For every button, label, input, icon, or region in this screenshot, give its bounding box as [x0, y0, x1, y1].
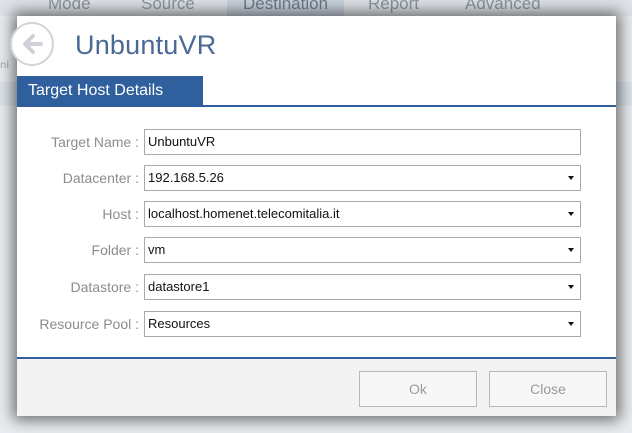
- background-tab-bar: Mode Source Destination Report Advanced: [0, 0, 632, 16]
- bg-tab-destination[interactable]: Destination: [227, 0, 345, 16]
- dropdown-arrow-icon: [568, 285, 574, 289]
- row-resource-pool: Resource Pool : Resources: [17, 311, 616, 337]
- host-select[interactable]: localhost.homenet.telecomitalia.it: [144, 201, 581, 227]
- back-arrow-icon: [23, 34, 43, 54]
- row-folder: Folder : vm: [17, 237, 616, 263]
- target-host-dialog: UnbuntuVR Target Host Details Target Nam…: [10, 16, 616, 416]
- resource-pool-label: Resource Pool :: [39, 316, 139, 332]
- target-name-label: Target Name :: [51, 134, 139, 150]
- folder-select[interactable]: vm: [144, 237, 581, 263]
- close-button[interactable]: Close: [489, 371, 607, 407]
- resource-pool-value: Resources: [148, 316, 211, 331]
- folder-value: vm: [148, 242, 166, 257]
- bg-tab-advanced[interactable]: Advanced: [465, 0, 541, 16]
- target-name-input[interactable]: UnbuntuVR: [144, 129, 581, 155]
- datacenter-value: 192.168.5.26: [148, 170, 224, 185]
- section-divider: [17, 105, 616, 107]
- resource-pool-select[interactable]: Resources: [144, 311, 581, 337]
- dropdown-arrow-icon: [568, 322, 574, 326]
- host-value: localhost.homenet.telecomitalia.it: [148, 206, 340, 221]
- datacenter-select[interactable]: 192.168.5.26: [144, 165, 581, 191]
- dialog-title: UnbuntuVR: [75, 30, 217, 60]
- dialog-footer: Ok Close: [17, 359, 616, 416]
- row-host: Host : localhost.homenet.telecomitalia.i…: [17, 201, 616, 227]
- datastore-select[interactable]: datastore1: [144, 274, 581, 300]
- row-target-name: Target Name : UnbuntuVR: [17, 129, 616, 155]
- bg-side-tab: ni: [0, 60, 10, 71]
- folder-label: Folder :: [91, 242, 139, 258]
- host-label: Host :: [102, 206, 139, 222]
- dropdown-arrow-icon: [568, 248, 574, 252]
- bg-tab-source[interactable]: Source: [141, 0, 195, 16]
- bg-tab-mode[interactable]: Mode: [48, 0, 91, 16]
- dropdown-arrow-icon: [568, 212, 574, 216]
- section-tab-target-host-details: Target Host Details: [17, 76, 203, 106]
- row-datastore: Datastore : datastore1: [17, 274, 616, 300]
- ok-button[interactable]: Ok: [359, 371, 477, 407]
- bg-tab-report[interactable]: Report: [368, 0, 419, 16]
- dropdown-arrow-icon: [568, 176, 574, 180]
- back-button[interactable]: [10, 22, 54, 66]
- datastore-label: Datastore :: [70, 279, 139, 295]
- row-datacenter: Datacenter : 192.168.5.26: [17, 165, 616, 191]
- datastore-value: datastore1: [148, 279, 210, 294]
- datacenter-label: Datacenter :: [62, 170, 139, 186]
